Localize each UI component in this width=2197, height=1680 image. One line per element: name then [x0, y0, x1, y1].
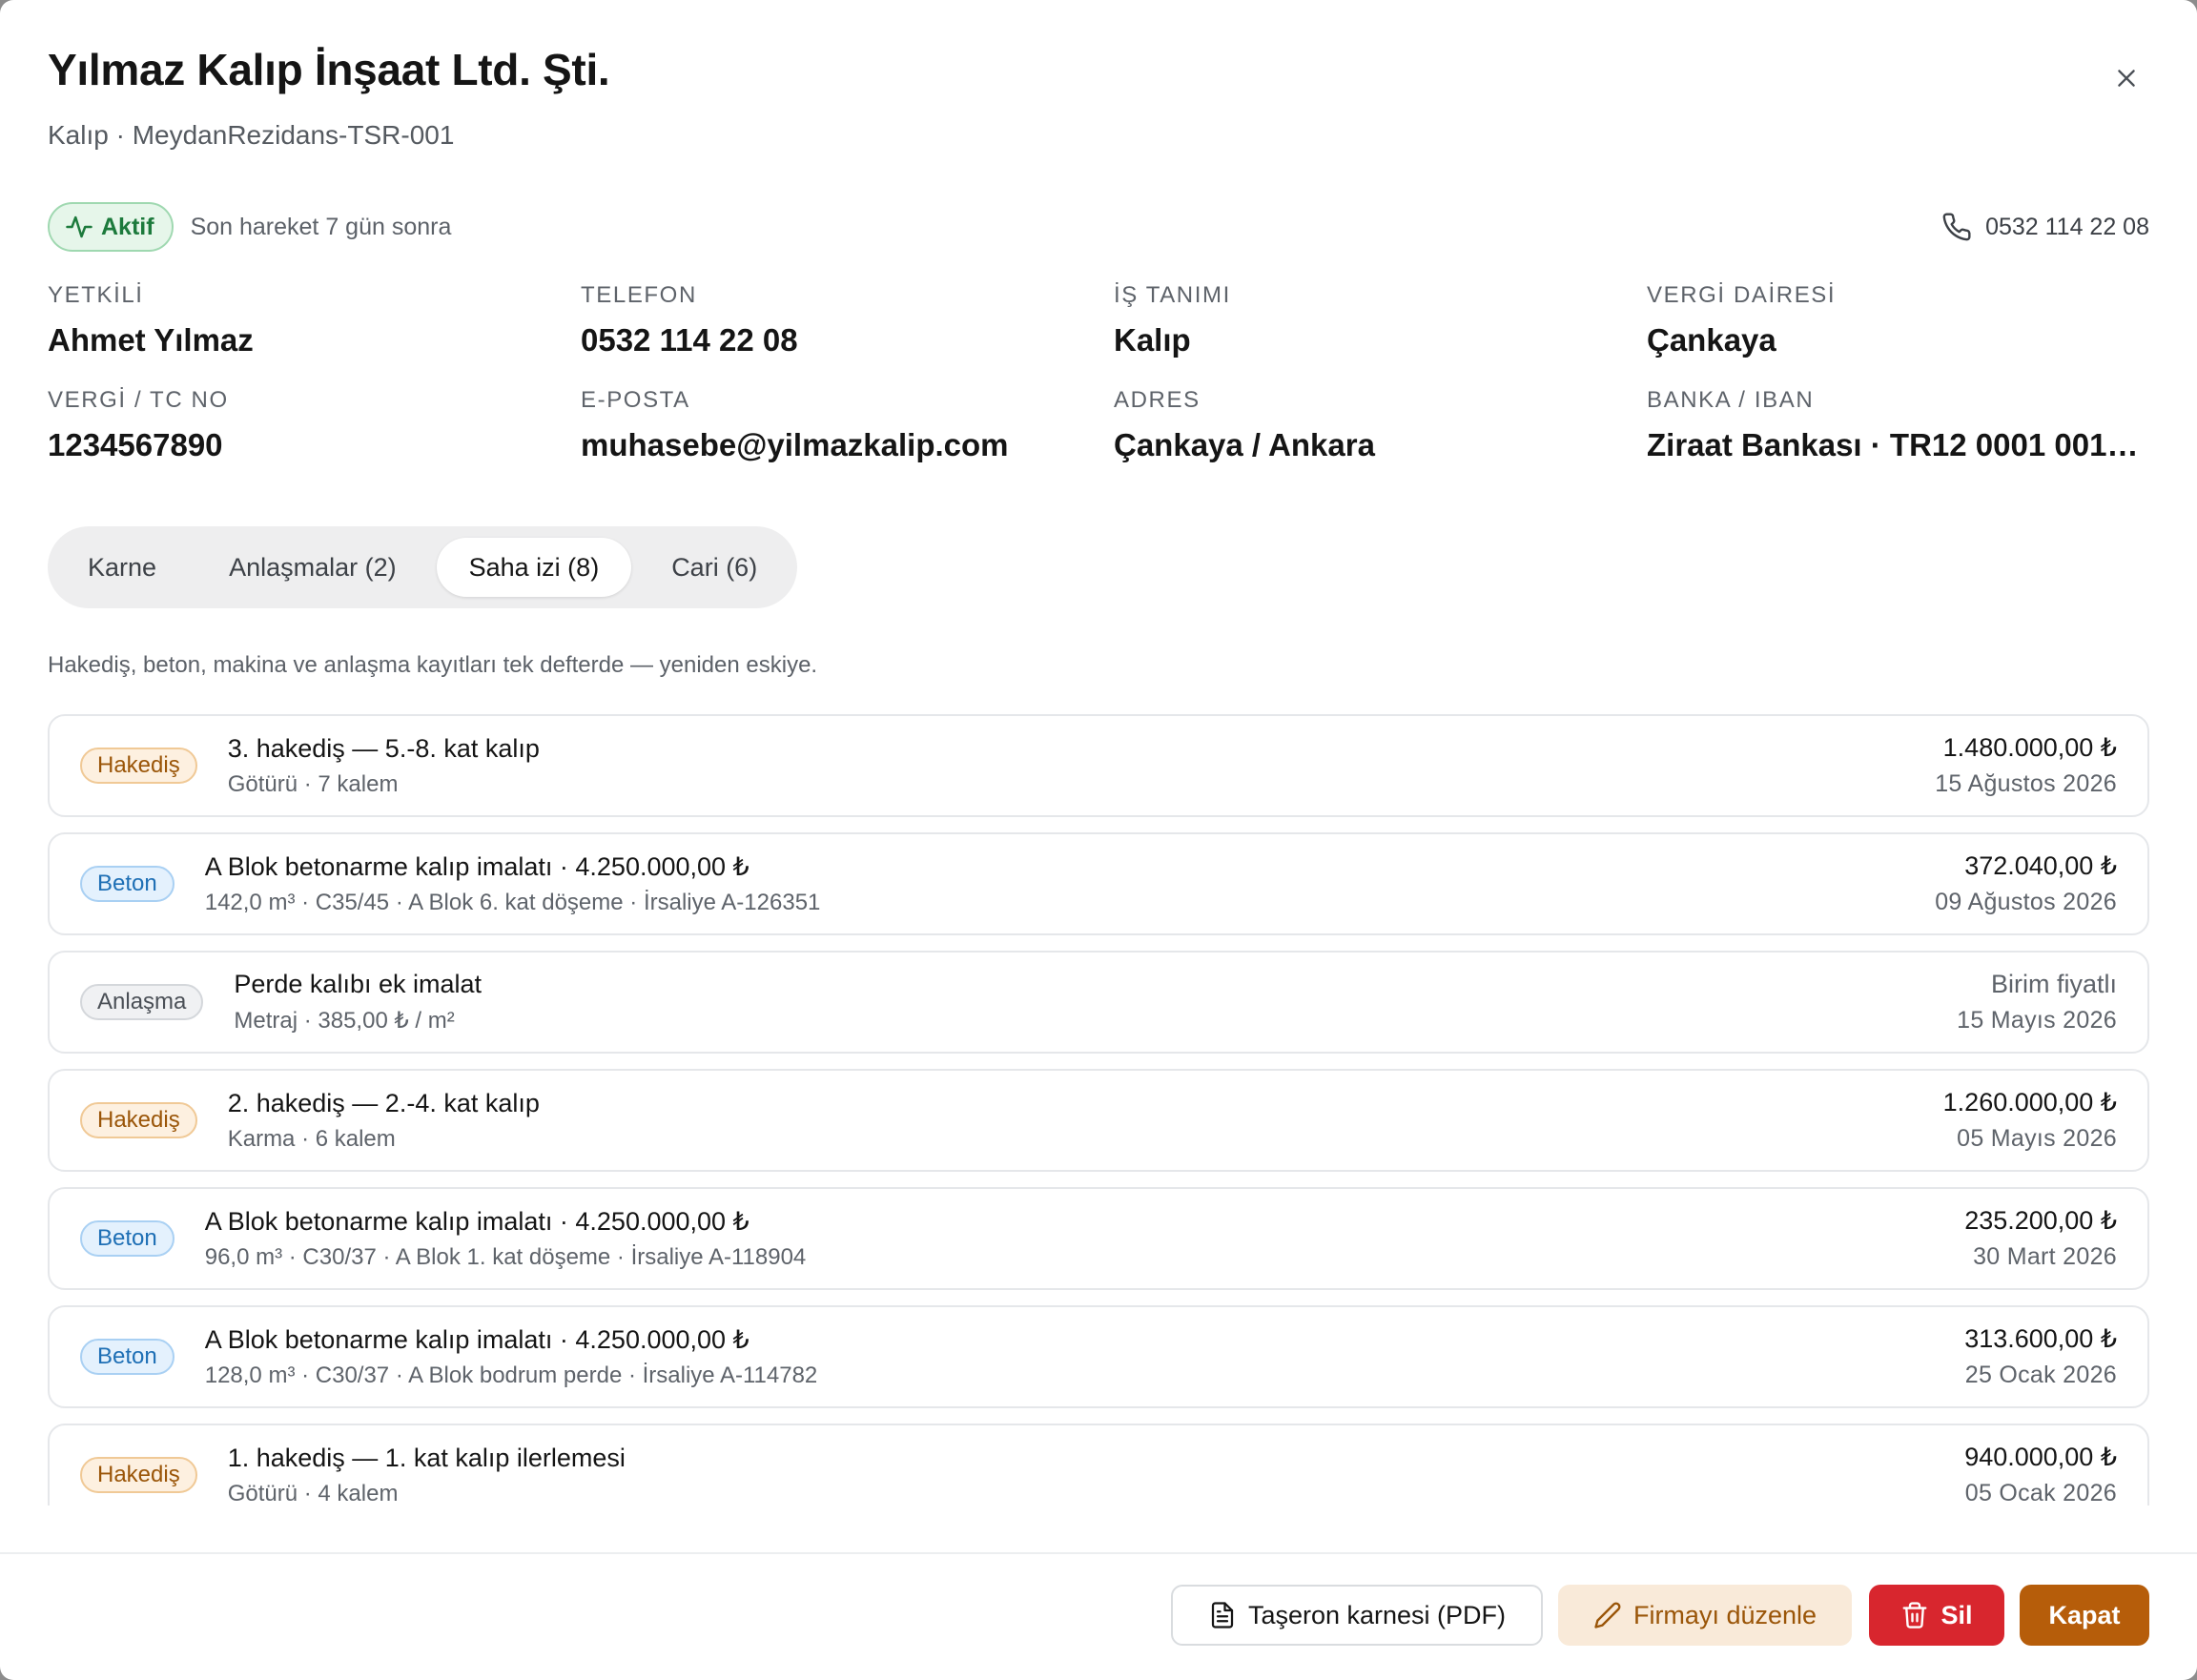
- activity-icon: [66, 215, 92, 238]
- last-activity-note: Son hareket 7 gün sonra: [190, 213, 452, 240]
- info-value: Çankaya / Ankara: [1114, 427, 1375, 462]
- edit-company-label: Firmayı düzenle: [1632, 1600, 1817, 1629]
- info-value: Kalıp: [1114, 322, 1191, 358]
- pdf-report-button[interactable]: Taşeron karnesi (PDF): [1171, 1585, 1543, 1646]
- company-info-grid: YETKİLİ Ahmet Yılmaz TELEFON 0532 114 22…: [48, 282, 2149, 463]
- info-value: Çankaya: [1647, 322, 1776, 358]
- entry-amount: 372.040,00 ₺: [1964, 851, 2117, 880]
- page-subtitle: Kalıp · MeydanRezidans-TSR-001: [48, 120, 455, 150]
- pdf-report-label: Taşeron karnesi (PDF): [1247, 1600, 1507, 1629]
- section-description: Hakediş, beton, makina ve anlaşma kayıtl…: [48, 652, 818, 678]
- list-item[interactable]: Beton A Blok betonarme kalıp imalatı · 4…: [48, 832, 2149, 935]
- info-label: İŞ TANIMI: [1114, 282, 1231, 308]
- entry-amount: 1.260.000,00 ₺: [1942, 1088, 2117, 1117]
- entry-type-badge: Beton: [80, 1220, 175, 1257]
- info-value: 0532 114 22 08: [581, 322, 798, 358]
- close-icon: [2118, 70, 2135, 87]
- document-icon: [1211, 1602, 1234, 1629]
- phone-link[interactable]: 0532 114 22 08: [1941, 212, 2149, 242]
- modal-footer: [0, 1552, 2197, 1680]
- entry-title: A Blok betonarme kalıp imalatı · 4.250.0…: [204, 851, 749, 881]
- info-item-yetkili: YETKİLİ Ahmet Yılmaz: [48, 282, 581, 359]
- info-label: TELEFON: [581, 282, 697, 308]
- entry-date: 15 Mayıs 2026: [1957, 1007, 2117, 1034]
- entry-title: 2. hakediş — 2.-4. kat kalıp: [227, 1088, 540, 1117]
- entry-subtitle: 96,0 m³ · C30/37 · A Blok 1. kat döşeme …: [204, 1243, 807, 1270]
- status-row: Aktif Son hareket 7 gün sonra 0532 114 2…: [48, 202, 2149, 252]
- entry-amount: 940.000,00 ₺: [1964, 1443, 2117, 1471]
- entry-amount: 1.480.000,00 ₺: [1942, 733, 2117, 762]
- info-item-telefon: TELEFON 0532 114 22 08: [581, 282, 1114, 359]
- info-label: BANKA / IBAN: [1647, 387, 1815, 413]
- pencil-icon: [1594, 1602, 1621, 1629]
- tab-cari[interactable]: Cari (6): [639, 538, 790, 597]
- entry-type-badge: Anlaşma: [80, 984, 204, 1020]
- close-modal-button[interactable]: Kapat: [2020, 1585, 2149, 1646]
- entry-amount: Birim fiyatlı: [1990, 970, 2117, 998]
- info-item-banka-iban: BANKA / IBAN Ziraat Bankası · TR12 0001 …: [1647, 387, 2149, 463]
- list-item[interactable]: Hakediş 1. hakediş — 1. kat kalıp ilerle…: [48, 1424, 2149, 1506]
- edit-company-button[interactable]: Firmayı düzenle: [1558, 1585, 1852, 1646]
- list-item[interactable]: Hakediş 3. hakediş — 5.-8. kat kalıp Göt…: [48, 714, 2149, 817]
- entry-subtitle: 142,0 m³ · C35/45 · A Blok 6. kat döşeme…: [204, 889, 821, 915]
- entry-amount: 235.200,00 ₺: [1964, 1206, 2117, 1235]
- info-item-vergi-dairesi: VERGİ DAİRESİ Çankaya: [1647, 282, 2149, 359]
- entry-date: 05 Ocak 2026: [1964, 1480, 2117, 1506]
- info-value: 1234567890: [48, 427, 223, 462]
- status-badge: Aktif: [48, 202, 174, 252]
- entry-subtitle: 128,0 m³ · C30/37 · A Blok bodrum perde …: [204, 1362, 818, 1388]
- list-item[interactable]: Anlaşma Perde kalıbı ek imalat Metraj · …: [48, 951, 2149, 1054]
- info-value: Ahmet Yılmaz: [48, 322, 254, 358]
- entry-title: 3. hakediş — 5.-8. kat kalıp: [227, 733, 540, 763]
- entry-subtitle: Götürü · 4 kalem: [227, 1480, 399, 1506]
- info-label: E-POSTA: [581, 387, 690, 413]
- entry-title: Perde kalıbı ek imalat: [234, 970, 482, 998]
- trash-icon: [1903, 1602, 1927, 1629]
- close-button[interactable]: [2105, 57, 2147, 99]
- info-label: YETKİLİ: [48, 282, 144, 308]
- entry-amount: 313.600,00 ₺: [1964, 1324, 2117, 1353]
- entry-date: 09 Ağustos 2026: [1935, 889, 2117, 915]
- tab-karne[interactable]: Karne: [55, 538, 189, 597]
- entry-date: 05 Mayıs 2026: [1957, 1125, 2117, 1152]
- tab-bar: Karne Anlaşmalar (2) Saha izi (8) Cari (…: [48, 526, 798, 608]
- info-label: VERGİ DAİRESİ: [1647, 282, 1837, 308]
- entry-date: 15 Ağustos 2026: [1935, 770, 2117, 797]
- entry-title: A Blok betonarme kalıp imalatı · 4.250.0…: [204, 1206, 749, 1236]
- entry-subtitle: Metraj · 385,00 ₺ / m²: [234, 1008, 455, 1034]
- status-badge-label: Aktif: [101, 213, 154, 240]
- info-value: muhasebe@yilmazkalip.com: [581, 427, 1009, 462]
- tab-anlasmalar[interactable]: Anlaşmalar (2): [196, 538, 429, 597]
- page-title: Yılmaz Kalıp İnşaat Ltd. Şti.: [48, 45, 610, 94]
- info-item-adres: ADRES Çankaya / Ankara: [1114, 387, 1647, 463]
- supplier-detail-modal: Yılmaz Kalıp İnşaat Ltd. Şti. Kalıp · Me…: [0, 0, 2197, 1680]
- entry-type-badge: Beton: [80, 866, 175, 902]
- info-item-vergi-no: VERGİ / TC NO 1234567890: [48, 387, 581, 463]
- entry-date: 30 Mart 2026: [1973, 1243, 2117, 1270]
- entry-title: A Blok betonarme kalıp imalatı · 4.250.0…: [204, 1324, 749, 1354]
- entry-type-badge: Beton: [80, 1339, 175, 1375]
- list-item[interactable]: Hakediş 2. hakediş — 2.-4. kat kalıp Kar…: [48, 1069, 2149, 1172]
- info-value: Ziraat Bankası · TR12 0001 0012 ...: [1647, 427, 2149, 462]
- tab-saha-izi[interactable]: Saha izi (8): [436, 538, 632, 597]
- entry-type-badge: Hakediş: [80, 1102, 197, 1138]
- entry-subtitle: Götürü · 7 kalem: [227, 770, 399, 797]
- activity-list[interactable]: Hakediş 3. hakediş — 5.-8. kat kalıp Göt…: [48, 714, 2149, 1506]
- info-label: ADRES: [1114, 387, 1201, 413]
- entry-subtitle: Karma · 6 kalem: [227, 1125, 396, 1152]
- delete-button[interactable]: Sil: [1869, 1585, 2004, 1646]
- entry-type-badge: Hakediş: [80, 748, 197, 784]
- list-item[interactable]: Beton A Blok betonarme kalıp imalatı · 4…: [48, 1305, 2149, 1408]
- phone-icon: [1942, 213, 1971, 241]
- info-label: VERGİ / TC NO: [48, 387, 229, 413]
- entry-type-badge: Hakediş: [80, 1457, 197, 1493]
- list-item[interactable]: Beton A Blok betonarme kalıp imalatı · 4…: [48, 1187, 2149, 1290]
- entry-title: 1. hakediş — 1. kat kalıp ilerlemesi: [227, 1443, 626, 1472]
- info-item-eposta: E-POSTA muhasebe@yilmazkalip.com: [581, 387, 1114, 463]
- phone-number: 0532 114 22 08: [1985, 213, 2149, 240]
- delete-label: Sil: [1940, 1600, 1973, 1629]
- entry-date: 25 Ocak 2026: [1964, 1362, 2117, 1388]
- info-item-is-tanimi: İŞ TANIMI Kalıp: [1114, 282, 1647, 359]
